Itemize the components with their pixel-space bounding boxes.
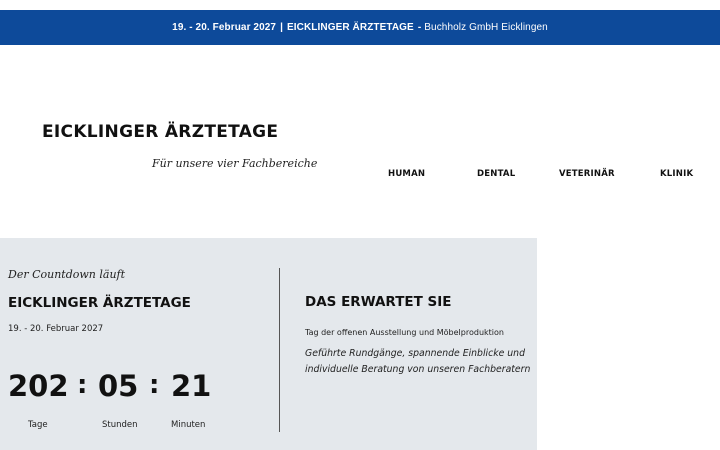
panel-divider: [279, 268, 280, 432]
nav-item-dental[interactable]: DENTAL: [477, 169, 515, 179]
countdown-hours-value: 05: [98, 369, 139, 403]
main-navigation: HUMAN DENTAL VETERINÄR KLINIK: [0, 169, 720, 183]
announcement-dash: -: [417, 22, 422, 33]
nav-item-human[interactable]: HUMAN: [388, 169, 425, 179]
expect-description: Geführte Rundgänge, spannende Einblicke …: [305, 348, 531, 375]
countdown-minutes-label: Minuten: [171, 420, 206, 430]
expect-title: DAS ERWARTET SIE: [305, 294, 452, 310]
site-logo-title[interactable]: EICKLINGER ÄRZTETAGE: [42, 122, 278, 142]
countdown-hours-label: Stunden: [102, 420, 138, 430]
announcement-separator: |: [280, 22, 283, 33]
announcement-bar: 19. - 20. Februar 2027 | EICKLINGER ÄRZT…: [0, 10, 720, 45]
countdown-event-date: 19. - 20. Februar 2027: [8, 324, 104, 334]
countdown-kicker: Der Countdown läuft: [8, 268, 126, 281]
countdown-separator: :: [77, 370, 88, 400]
countdown-event-title: EICKLINGER ÄRZTETAGE: [8, 295, 191, 311]
announcement-event: EICKLINGER ÄRZTETAGE: [287, 22, 414, 33]
announcement-location: Buchholz GmbH Eicklingen: [424, 22, 548, 33]
countdown-days-label: Tage: [28, 420, 48, 430]
announcement-date: 19. - 20. Februar 2027: [172, 22, 277, 33]
nav-item-veterinaer[interactable]: VETERINÄR: [559, 169, 615, 179]
countdown-minutes-value: 21: [171, 369, 212, 403]
countdown-separator: :: [149, 370, 160, 400]
expect-subtitle: Tag der offenen Ausstellung und Möbelpro…: [305, 328, 504, 337]
countdown-panel: Der Countdown läuft EICKLINGER ÄRZTETAGE…: [0, 238, 537, 450]
nav-item-klinik[interactable]: KLINIK: [660, 169, 693, 179]
countdown-days-value: 202: [8, 369, 69, 403]
